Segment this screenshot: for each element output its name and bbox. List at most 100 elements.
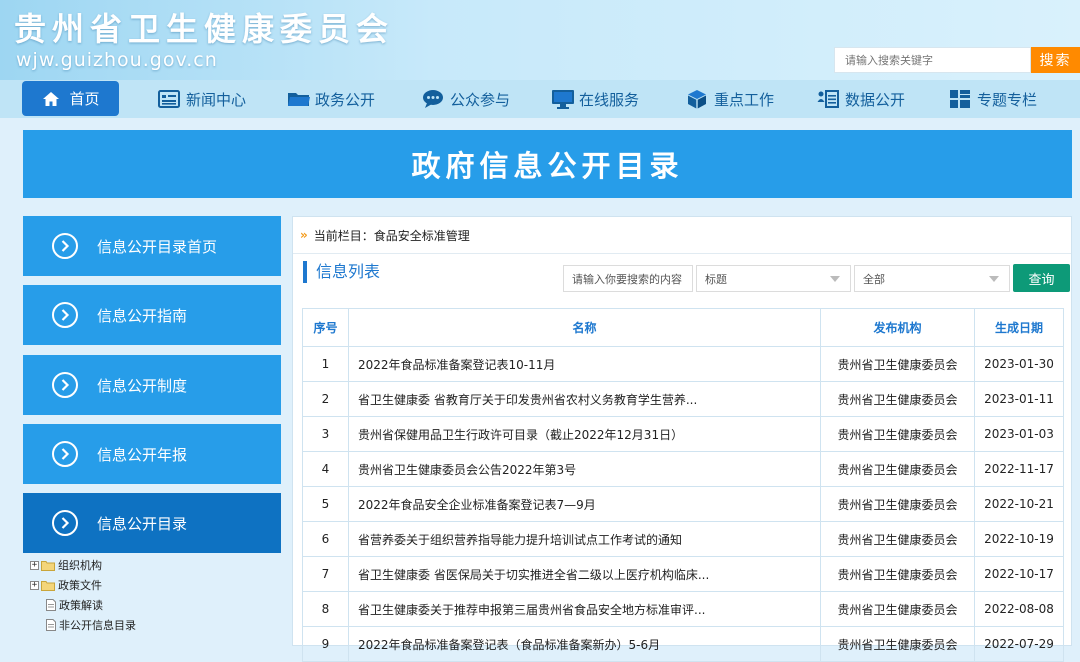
table-row[interactable]: 6 省营养委关于组织营养指导能力提升培训试点工作考试的通知 贵州省卫生健康委员会 20… xyxy=(302,521,1064,557)
column-header-org: 发布机构 xyxy=(820,308,975,347)
row-title-link[interactable]: 贵州省保健用品卫生行政许可目录（截止2022年12月31日） xyxy=(348,416,821,452)
row-org: 贵州省卫生健康委员会 xyxy=(820,486,975,522)
row-org: 贵州省卫生健康委员会 xyxy=(820,521,975,557)
row-number: 5 xyxy=(302,486,349,522)
cube-icon xyxy=(686,89,708,109)
nav-item-news[interactable]: 新闻中心 xyxy=(158,80,246,118)
home-icon xyxy=(41,89,63,109)
row-title-link[interactable]: 贵州省卫生健康委员会公告2022年第3号 xyxy=(348,451,821,487)
folder-icon xyxy=(287,89,310,109)
row-org: 贵州省卫生健康委员会 xyxy=(820,416,975,452)
row-title-link[interactable]: 省卫生健康委 省医保局关于切实推进全省二级以上医疗机构临床... xyxy=(348,556,821,592)
keyword-search-input[interactable]: 请输入你要搜索的内容 xyxy=(563,265,693,292)
table-body: 1 2022年食品标准备案登记表10-11月 贵州省卫生健康委员会 2023-01-3… xyxy=(302,346,1064,662)
scope-select[interactable]: 全部 xyxy=(854,265,1010,292)
table-row[interactable]: 1 2022年食品标准备案登记表10-11月 贵州省卫生健康委员会 2023-01-3… xyxy=(302,346,1064,382)
nav-label: 重点工作 xyxy=(714,90,775,109)
monitor-icon xyxy=(551,89,574,109)
tree-item-label: 非公开信息目录 xyxy=(59,619,136,632)
breadcrumb: » 当前栏目：食品安全标准管理 xyxy=(293,217,1071,254)
nav-item-participation[interactable]: 公众参与 xyxy=(422,80,510,118)
nav-label: 在线服务 xyxy=(579,90,640,109)
sidebar-item-label: 信息公开制度 xyxy=(97,376,188,395)
scope-select-value: 全部 xyxy=(863,272,885,286)
site-search-button[interactable]: 搜索 xyxy=(1031,47,1080,73)
tree-item-policy-interpretation[interactable]: 政策解读 xyxy=(30,595,280,615)
row-title-link[interactable]: 省营养委关于组织营养指导能力提升培训试点工作考试的通知 xyxy=(348,521,821,557)
row-title-link[interactable]: 2022年食品安全企业标准备案登记表7—9月 xyxy=(348,486,821,522)
circle-arrow-icon xyxy=(52,510,78,536)
nav-item-affairs[interactable]: 政务公开 xyxy=(287,80,375,118)
nav-label: 新闻中心 xyxy=(186,90,247,109)
row-org: 贵州省卫生健康委员会 xyxy=(820,451,975,487)
table-row[interactable]: 5 2022年食品安全企业标准备案登记表7—9月 贵州省卫生健康委员会 2022-10… xyxy=(302,486,1064,522)
expand-plus-icon[interactable]: + xyxy=(30,560,39,570)
table-row[interactable]: 2 省卫生健康委 省教育厅关于印发贵州省农村义务教育学生营养... 贵州省卫生健康委… xyxy=(302,381,1064,417)
sidebar-item-guide[interactable]: 信息公开指南 xyxy=(23,285,281,345)
row-title-link[interactable]: 2022年食品标准备案登记表10-11月 xyxy=(348,346,821,382)
sidebar-item-label: 信息公开目录 xyxy=(97,514,188,533)
site-search-input[interactable] xyxy=(834,47,1031,73)
breadcrumb-label: 当前栏目：食品安全标准管理 xyxy=(313,228,470,243)
table-row[interactable]: 4 贵州省卫生健康委员会公告2022年第3号 贵州省卫生健康委员会 2022-11-1… xyxy=(302,451,1064,487)
row-number: 8 xyxy=(302,591,349,627)
nav-item-key-work[interactable]: 重点工作 xyxy=(686,80,774,118)
expand-plus-icon[interactable]: + xyxy=(30,580,39,590)
row-title-link[interactable]: 2022年食品标准备案登记表（食品标准备案新办）5-6月 xyxy=(348,626,821,662)
caret-down-icon xyxy=(989,276,999,282)
chat-icon xyxy=(422,89,444,109)
tree-item-label: 组织机构 xyxy=(58,559,102,572)
row-org: 贵州省卫生健康委员会 xyxy=(820,381,975,417)
row-org: 贵州省卫生健康委员会 xyxy=(820,346,975,382)
sidebar-item-label: 信息公开年报 xyxy=(97,445,188,464)
sidebar-item-label: 信息公开指南 xyxy=(97,306,188,325)
table-row[interactable]: 7 省卫生健康委 省医保局关于切实推进全省二级以上医疗机构临床... 贵州省卫生健康… xyxy=(302,556,1064,592)
tree-item-label: 政策文件 xyxy=(58,579,102,592)
grid-icon xyxy=(949,89,971,109)
sidebar-item-label: 信息公开目录首页 xyxy=(97,237,218,256)
row-date: 2022-11-17 xyxy=(974,451,1064,487)
nav-label: 政务公开 xyxy=(315,90,376,109)
field-select[interactable]: 标题 xyxy=(696,265,851,292)
tree-item-organization[interactable]: + 组织机构 xyxy=(30,555,280,575)
row-date: 2022-08-08 xyxy=(974,591,1064,627)
nav-label: 首页 xyxy=(69,90,100,108)
column-header-date: 生成日期 xyxy=(974,308,1064,347)
nav-label: 公众参与 xyxy=(450,90,511,109)
circle-arrow-icon xyxy=(52,372,78,398)
row-date: 2022-10-19 xyxy=(974,521,1064,557)
row-number: 2 xyxy=(302,381,349,417)
row-number: 1 xyxy=(302,346,349,382)
query-button[interactable]: 查询 xyxy=(1013,264,1070,292)
table-row[interactable]: 8 省卫生健康委关于推荐申报第三届贵州省食品安全地方标准审评... 贵州省卫生健康委… xyxy=(302,591,1064,627)
nav-label: 专题专栏 xyxy=(977,90,1038,109)
keyword-search-placeholder: 请输入你要搜索的内容 xyxy=(572,272,682,286)
nav-item-online-service[interactable]: 在线服务 xyxy=(551,80,639,118)
row-title-link[interactable]: 省卫生健康委关于推荐申报第三届贵州省食品安全地方标准审评... xyxy=(348,591,821,627)
row-date: 2022-10-21 xyxy=(974,486,1064,522)
nav-item-home[interactable]: 首页 xyxy=(22,81,119,116)
nav-label: 数据公开 xyxy=(845,90,906,109)
sidebar-item-annual-report[interactable]: 信息公开年报 xyxy=(23,424,281,484)
content-panel: » 当前栏目：食品安全标准管理 信息列表 请输入你要搜索的内容 标题 全部 查询… xyxy=(292,216,1072,662)
double-chevron-icon: » xyxy=(300,228,308,242)
list-title: 信息列表 xyxy=(303,261,380,283)
row-title-link[interactable]: 省卫生健康委 省教育厅关于印发贵州省农村义务教育学生营养... xyxy=(348,381,821,417)
tree-item-label: 政策解读 xyxy=(59,599,103,612)
table-row[interactable]: 9 2022年食品标准备案登记表（食品标准备案新办）5-6月 贵州省卫生健康委员会 2… xyxy=(302,626,1064,662)
site-title[interactable]: 贵州省卫生健康委员会 xyxy=(14,4,394,50)
sidebar-item-catalog-home[interactable]: 信息公开目录首页 xyxy=(23,216,281,276)
data-list-icon xyxy=(817,89,839,109)
nav-item-data-open[interactable]: 数据公开 xyxy=(817,80,905,118)
row-date: 2023-01-30 xyxy=(974,346,1064,382)
sidebar-item-catalog[interactable]: 信息公开目录 xyxy=(23,493,281,553)
news-icon xyxy=(158,89,180,109)
document-icon xyxy=(46,619,56,631)
row-number: 3 xyxy=(302,416,349,452)
nav-item-topics[interactable]: 专题专栏 xyxy=(949,80,1037,118)
table-row[interactable]: 3 贵州省保健用品卫生行政许可目录（截止2022年12月31日） 贵州省卫生健康委员… xyxy=(302,416,1064,452)
tree-item-non-public[interactable]: 非公开信息目录 xyxy=(30,615,280,635)
sidebar-item-system[interactable]: 信息公开制度 xyxy=(23,355,281,415)
row-date: 2022-07-29 xyxy=(974,626,1064,662)
tree-item-policy-files[interactable]: + 政策文件 xyxy=(30,575,280,595)
